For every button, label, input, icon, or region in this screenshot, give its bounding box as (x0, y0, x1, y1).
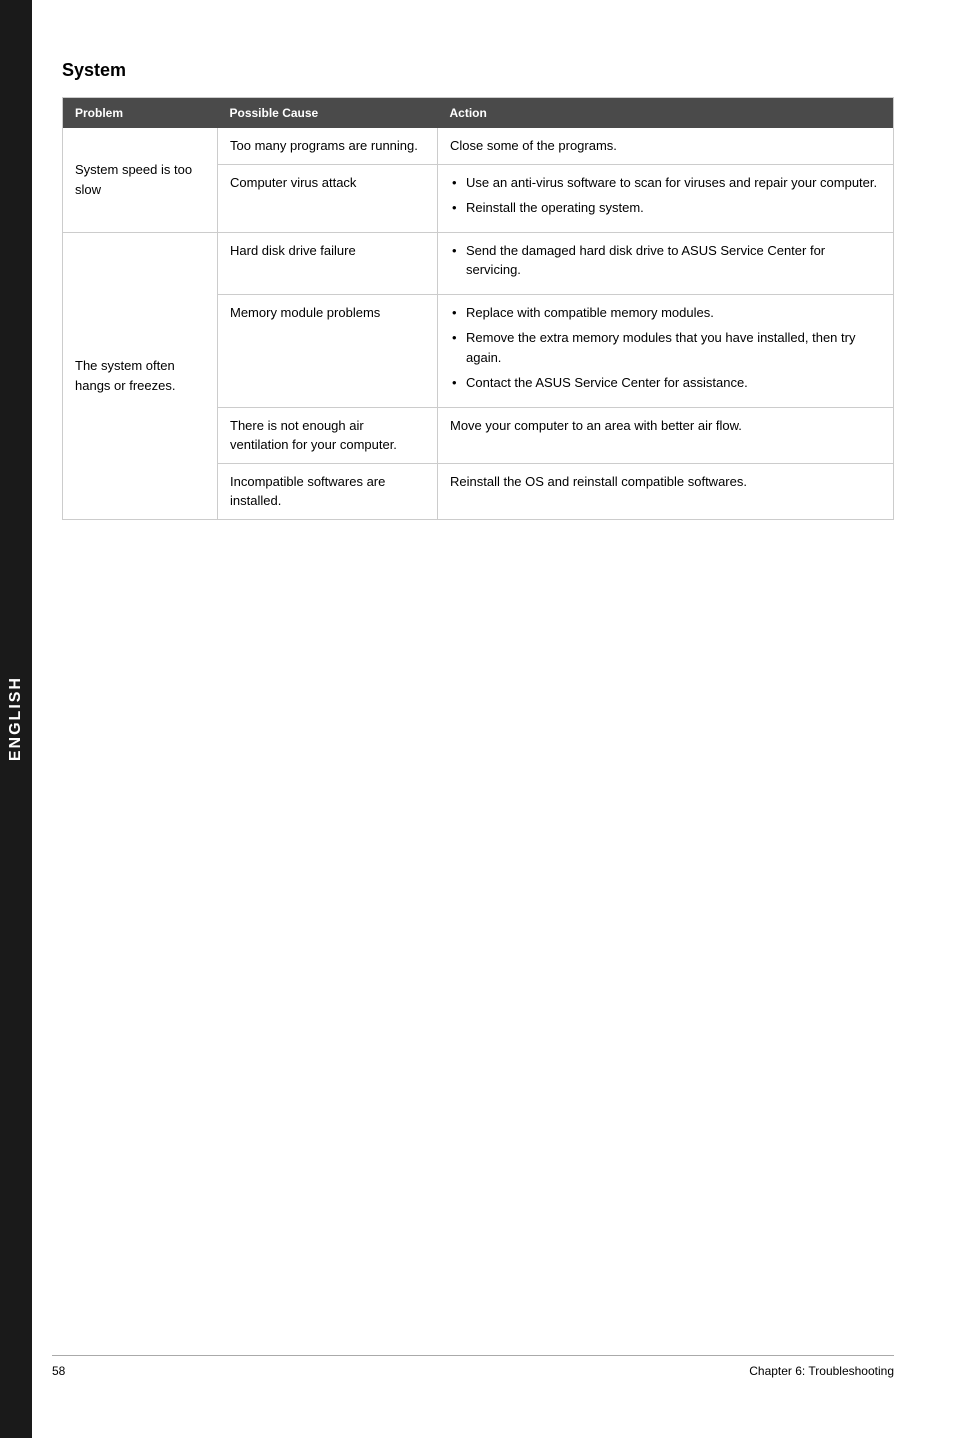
list-item: Contact the ASUS Service Center for assi… (450, 373, 881, 393)
cause-cell: Hard disk drive failure (218, 232, 438, 294)
action-cell: Move your computer to an area with bette… (438, 407, 894, 463)
action-cell: Replace with compatible memory modules. … (438, 294, 894, 407)
list-item: Send the damaged hard disk drive to ASUS… (450, 241, 881, 280)
list-item: Replace with compatible memory modules. (450, 303, 881, 323)
main-content: System Problem Possible Cause Action Sys… (52, 0, 954, 580)
cause-cell: Incompatible softwares are installed. (218, 463, 438, 519)
problem-cell: System speed is too slow (63, 128, 218, 232)
header-cause: Possible Cause (218, 98, 438, 129)
header-problem: Problem (63, 98, 218, 129)
page-number: 58 (52, 1364, 65, 1378)
action-cell: Use an anti-virus software to scan for v… (438, 164, 894, 232)
list-item: Reinstall the operating system. (450, 198, 881, 218)
troubleshoot-table: Problem Possible Cause Action System spe… (62, 97, 894, 520)
page-footer: 58 Chapter 6: Troubleshooting (52, 1355, 894, 1378)
action-list: Replace with compatible memory modules. … (450, 303, 881, 393)
action-list: Send the damaged hard disk drive to ASUS… (450, 241, 881, 280)
action-cell: Close some of the programs. (438, 128, 894, 164)
cause-cell: There is not enough air ventilation for … (218, 407, 438, 463)
list-item: Remove the extra memory modules that you… (450, 328, 881, 367)
table-row: The system often hangs or freezes. Hard … (63, 232, 894, 294)
section-title: System (62, 60, 894, 81)
header-action: Action (438, 98, 894, 129)
action-cell: Send the damaged hard disk drive to ASUS… (438, 232, 894, 294)
cause-cell: Too many programs are running. (218, 128, 438, 164)
action-cell: Reinstall the OS and reinstall compatibl… (438, 463, 894, 519)
cause-cell: Memory module problems (218, 294, 438, 407)
problem-cell: The system often hangs or freezes. (63, 232, 218, 519)
side-tab: ENGLISH (0, 0, 32, 1438)
chapter-label: Chapter 6: Troubleshooting (749, 1364, 894, 1378)
list-item: Use an anti-virus software to scan for v… (450, 173, 881, 193)
table-row: System speed is too slow Too many progra… (63, 128, 894, 164)
action-list: Use an anti-virus software to scan for v… (450, 173, 881, 218)
side-tab-text: ENGLISH (7, 676, 25, 761)
cause-cell: Computer virus attack (218, 164, 438, 232)
table-header-row: Problem Possible Cause Action (63, 98, 894, 129)
